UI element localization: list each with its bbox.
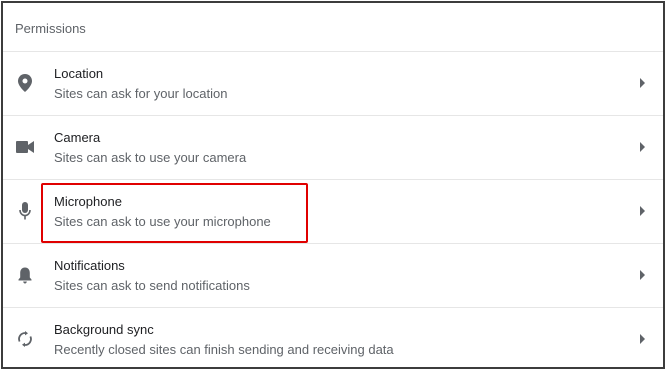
permission-description: Sites can ask for your location xyxy=(54,86,228,101)
permission-row-location[interactable]: Location Sites can ask for your location xyxy=(3,51,663,115)
permission-label: Location xyxy=(54,66,104,81)
permission-description: Sites can ask to send notifications xyxy=(54,278,250,293)
chevron-right-icon xyxy=(640,78,645,88)
permission-description: Recently closed sites can finish sending… xyxy=(54,342,394,357)
chevron-right-icon xyxy=(640,334,645,344)
camera-icon xyxy=(15,137,35,157)
permission-row-camera[interactable]: Camera Sites can ask to use your camera xyxy=(3,115,663,179)
permission-label: Background sync xyxy=(54,322,154,337)
chevron-right-icon xyxy=(640,142,645,152)
permission-row-notifications[interactable]: Notifications Sites can ask to send noti… xyxy=(3,243,663,307)
permission-row-background-sync[interactable]: Background sync Recently closed sites ca… xyxy=(3,307,663,371)
permission-description: Sites can ask to use your microphone xyxy=(54,214,271,229)
permission-label: Notifications xyxy=(54,258,125,273)
bell-icon xyxy=(15,265,35,285)
permission-label: Microphone xyxy=(54,194,122,209)
chevron-right-icon xyxy=(640,270,645,280)
location-pin-icon xyxy=(15,73,35,93)
chevron-right-icon xyxy=(640,206,645,216)
permissions-panel: Permissions Location Sites can ask for y… xyxy=(1,1,665,369)
permission-description: Sites can ask to use your camera xyxy=(54,150,247,165)
permission-label: Camera xyxy=(54,130,101,145)
section-title: Permissions xyxy=(15,21,86,36)
microphone-icon xyxy=(15,201,35,221)
permissions-list: Location Sites can ask for your location… xyxy=(3,51,663,371)
permission-row-microphone[interactable]: Microphone Sites can ask to use your mic… xyxy=(3,179,663,243)
sync-icon xyxy=(15,329,35,349)
